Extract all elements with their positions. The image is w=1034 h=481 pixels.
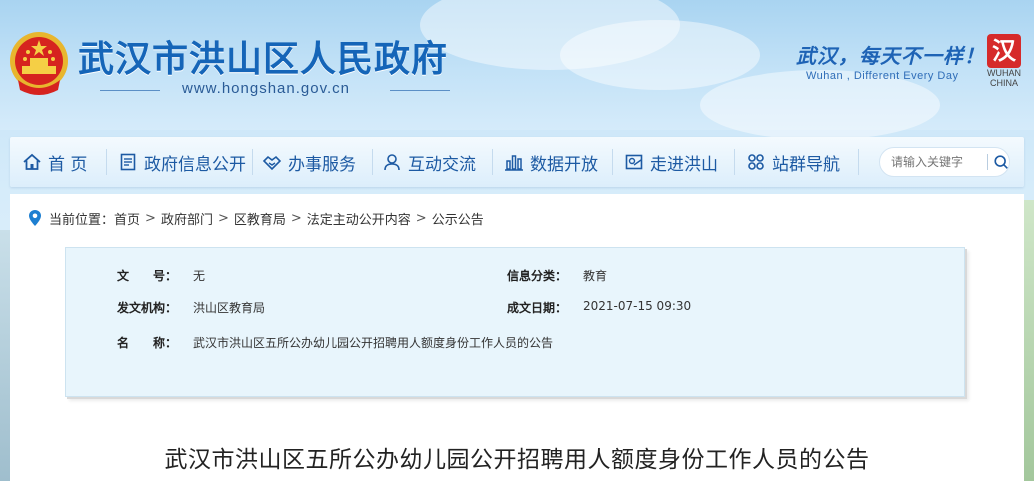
site-title[interactable]: 武汉市洪山区人民政府 xyxy=(78,30,448,82)
slogan-english: Wuhan , Different Every Day xyxy=(806,70,959,82)
nav-label-interaction: 互动交流 xyxy=(408,154,476,175)
info-doc-number: 文 号： 无 xyxy=(117,267,205,284)
search-icon[interactable] xyxy=(993,153,1009,171)
info-label: 信息分类： xyxy=(507,269,568,283)
breadcrumb-prefix: 当前位置： xyxy=(49,212,115,228)
breadcrumb-item[interactable]: 公示公告 xyxy=(432,209,484,228)
info-value: 武汉市洪山区五所公办幼儿园公开招聘用人额度身份工作人员的公告 xyxy=(193,336,554,350)
nav-item-about-hongshan[interactable]: 走进洪山 xyxy=(624,137,718,187)
site-url[interactable]: www.hongshan.gov.cn xyxy=(182,80,350,97)
breadcrumb-separator: > xyxy=(217,210,229,226)
map-icon xyxy=(625,154,643,170)
nav-label-services: 办事服务 xyxy=(288,154,356,175)
nav-label-about-hongshan: 走进洪山 xyxy=(650,154,718,175)
china-logo-text: CHINA xyxy=(989,78,1018,88)
info-value: 2021-07-15 09:30 xyxy=(583,299,692,313)
breadcrumb-item[interactable]: 区教育局 xyxy=(234,209,286,228)
nav-label-gov-info: 政府信息公开 xyxy=(144,154,246,175)
article-title: 武汉市洪山区五所公办幼儿园公开招聘用人额度身份工作人员的公告 xyxy=(164,447,870,473)
main-nav: 首 页 政府信息公开 办事服务 互动交流 数据开放 走进洪山 站群导航 xyxy=(10,137,1024,187)
info-value: 无 xyxy=(193,269,206,283)
document-icon xyxy=(120,153,136,171)
slogan: 武汉，每天不一样！ xyxy=(796,44,985,68)
nav-item-gov-info[interactable]: 政府信息公开 xyxy=(118,137,246,187)
wuhan-logo-mark: 汉 xyxy=(987,34,1021,68)
breadcrumb-item[interactable]: 法定主动公开内容 xyxy=(307,209,411,228)
info-label: 名 称： xyxy=(117,336,178,350)
breadcrumb-separator: > xyxy=(145,210,156,226)
breadcrumb-item[interactable]: 首页 xyxy=(114,209,140,228)
nav-item-home[interactable]: 首 页 xyxy=(22,137,87,187)
info-value: 洪山区教育局 xyxy=(193,301,266,315)
wuhan-logo-text: WUHAN xyxy=(987,68,1021,78)
document-info-box: 文 号： 无 信息分类： 教育 发文机构： 洪山区教育局 成文日期： 2021-… xyxy=(65,247,965,397)
nav-item-interaction[interactable]: 互动交流 xyxy=(382,137,476,187)
search-box xyxy=(879,147,1010,177)
site-url-row: www.hongshan.gov.cn xyxy=(100,80,450,100)
national-emblem-icon xyxy=(10,32,68,95)
breadcrumb-separator: > xyxy=(290,210,302,226)
wuhan-logo: 汉 WUHAN CHINA xyxy=(982,34,1026,94)
left-background-decoration xyxy=(0,230,10,481)
breadcrumb: 当前位置： 首页 > 政府部门 > 区教育局 > 法定主动公开内容 > 公示公告 xyxy=(28,208,484,228)
home-icon xyxy=(23,153,41,170)
right-background-decoration xyxy=(1024,200,1034,481)
info-label: 成文日期： xyxy=(507,301,568,315)
info-name: 名 称： 武汉市洪山区五所公办幼儿园公开招聘用人额度身份工作人员的公告 xyxy=(117,334,553,351)
content-panel: 当前位置： 首页 > 政府部门 > 区教育局 > 法定主动公开内容 > 公示公告… xyxy=(10,194,1024,481)
info-label: 发文机构： xyxy=(117,301,178,315)
nav-item-open-data[interactable]: 数据开放 xyxy=(504,137,598,187)
nav-label-site-nav: 站群导航 xyxy=(772,154,840,175)
nav-label-home: 首 页 xyxy=(48,154,88,175)
nav-item-site-nav[interactable]: 站群导航 xyxy=(746,137,840,187)
info-value: 教育 xyxy=(583,269,608,283)
chat-icon xyxy=(384,154,400,171)
info-category: 信息分类： 教育 xyxy=(507,267,607,284)
info-date: 成文日期： 2021-07-15 09:30 xyxy=(507,299,691,316)
breadcrumb-item[interactable]: 政府部门 xyxy=(161,209,213,228)
nav-label-open-data: 数据开放 xyxy=(530,154,598,175)
handshake-icon xyxy=(262,155,282,171)
site-header: 武汉市洪山区人民政府 www.hongshan.gov.cn 武汉，每天不一样！… xyxy=(0,0,1034,140)
search-input[interactable] xyxy=(891,155,987,169)
grid-icon xyxy=(748,154,764,170)
nav-item-services[interactable]: 办事服务 xyxy=(262,137,356,187)
location-pin-icon xyxy=(29,210,41,226)
info-label: 文 号： xyxy=(117,269,178,283)
bar-chart-icon xyxy=(505,155,523,171)
breadcrumb-separator: > xyxy=(415,210,427,226)
info-issuer: 发文机构： 洪山区教育局 xyxy=(117,299,265,316)
